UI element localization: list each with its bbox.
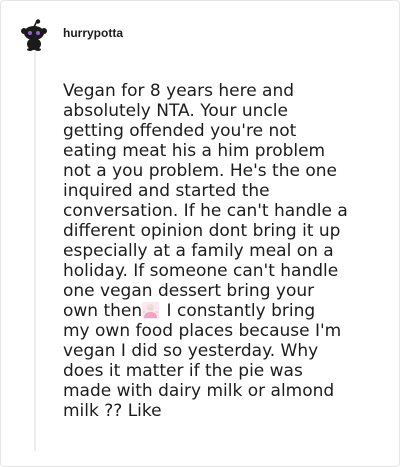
comment-body: Vegan for 8 years here and absolutely NT… [63,81,375,421]
comment-username[interactable]: hurrypotta [63,26,123,40]
comment-card: hurrypotta Vegan for 8 years here and ab… [0,0,400,467]
snoo-avatar-icon[interactable] [19,19,49,51]
thread-line[interactable] [34,51,36,451]
woman-shrugging-emoji-icon [142,302,160,319]
comment-text-part1: Vegan for 8 years here and absolutely NT… [63,81,348,321]
